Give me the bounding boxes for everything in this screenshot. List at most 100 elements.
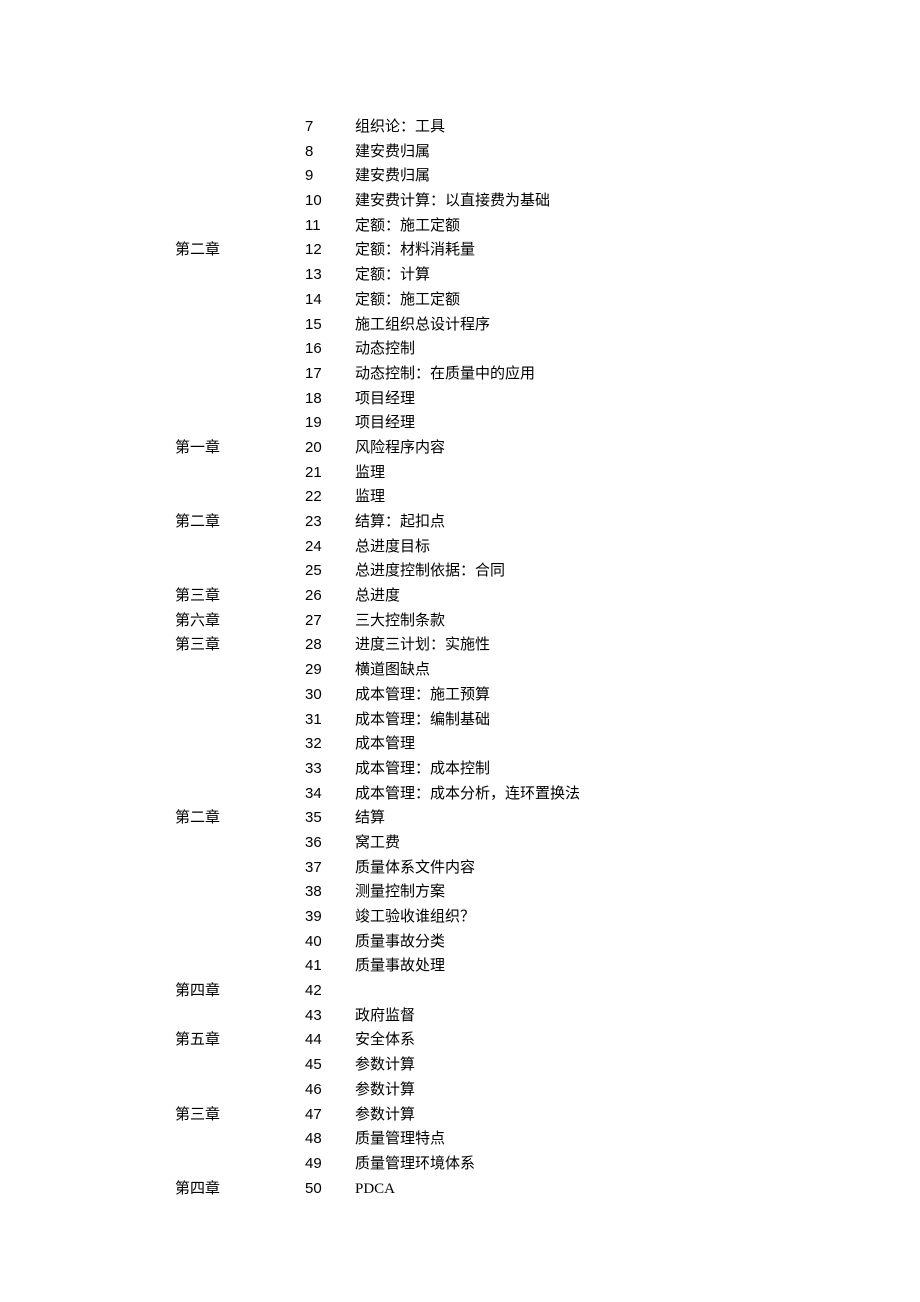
number-cell: 50	[305, 1177, 355, 1201]
number-cell: 30	[305, 683, 355, 707]
number-cell: 15	[305, 313, 355, 337]
chapter-cell: 第五章	[175, 1028, 305, 1052]
table-row: 31成本管理：编制基础	[175, 708, 920, 733]
topic-cell: 建安费归属	[355, 164, 430, 188]
topic-cell: 参数计算	[355, 1078, 415, 1102]
topic-cell: 定额：材料消耗量	[355, 238, 475, 262]
table-row: 18项目经理	[175, 387, 920, 412]
table-row: 第一章20风险程序内容	[175, 436, 920, 461]
table-row: 34成本管理：成本分析，连环置换法	[175, 782, 920, 807]
number-cell: 22	[305, 485, 355, 509]
table-row: 第三章28进度三计划：实施性	[175, 633, 920, 658]
table-row: 第二章12定额：材料消耗量	[175, 238, 920, 263]
table-row: 40质量事故分类	[175, 930, 920, 955]
table-row: 9建安费归属	[175, 164, 920, 189]
number-cell: 23	[305, 510, 355, 534]
topic-cell: 定额：施工定额	[355, 288, 460, 312]
table-row: 21监理	[175, 461, 920, 486]
number-cell: 8	[305, 140, 355, 164]
topic-cell: 横道图缺点	[355, 658, 430, 682]
number-cell: 48	[305, 1127, 355, 1151]
number-cell: 40	[305, 930, 355, 954]
document-table: 7组织论：工具8建安费归属9建安费归属10建安费计算：以直接费为基础11定额：施…	[175, 115, 920, 1201]
topic-cell: 成本管理：成本分析，连环置换法	[355, 782, 580, 806]
topic-cell: 质量事故处理	[355, 954, 445, 978]
topic-cell: 进度三计划：实施性	[355, 633, 490, 657]
topic-cell: 施工组织总设计程序	[355, 313, 490, 337]
number-cell: 35	[305, 806, 355, 830]
chapter-cell: 第三章	[175, 1103, 305, 1127]
table-row: 7组织论：工具	[175, 115, 920, 140]
number-cell: 36	[305, 831, 355, 855]
number-cell: 24	[305, 535, 355, 559]
topic-cell: 质量事故分类	[355, 930, 445, 954]
number-cell: 34	[305, 782, 355, 806]
chapter-cell: 第三章	[175, 584, 305, 608]
number-cell: 46	[305, 1078, 355, 1102]
number-cell: 17	[305, 362, 355, 386]
table-row: 29横道图缺点	[175, 658, 920, 683]
topic-cell: 成本管理：编制基础	[355, 708, 490, 732]
number-cell: 43	[305, 1004, 355, 1028]
number-cell: 42	[305, 979, 355, 1003]
topic-cell: 三大控制条款	[355, 609, 445, 633]
table-row: 16动态控制	[175, 337, 920, 362]
topic-cell: 结算：起扣点	[355, 510, 445, 534]
topic-cell: 质量管理特点	[355, 1127, 445, 1151]
topic-cell: 定额：计算	[355, 263, 430, 287]
topic-cell: 成本管理	[355, 732, 415, 756]
number-cell: 29	[305, 658, 355, 682]
table-row: 49质量管理环境体系	[175, 1152, 920, 1177]
table-row: 10建安费计算：以直接费为基础	[175, 189, 920, 214]
table-row: 第四章42	[175, 979, 920, 1004]
number-cell: 26	[305, 584, 355, 608]
table-row: 22监理	[175, 485, 920, 510]
table-row: 39竣工验收谁组织？	[175, 905, 920, 930]
topic-cell: 项目经理	[355, 387, 415, 411]
table-row: 33成本管理：成本控制	[175, 757, 920, 782]
number-cell: 28	[305, 633, 355, 657]
topic-cell: PDCA	[355, 1177, 395, 1201]
topic-cell: 动态控制：在质量中的应用	[355, 362, 535, 386]
topic-cell: 建安费归属	[355, 140, 430, 164]
topic-cell: 参数计算	[355, 1103, 415, 1127]
topic-cell: 结算	[355, 806, 385, 830]
number-cell: 39	[305, 905, 355, 929]
number-cell: 16	[305, 337, 355, 361]
number-cell: 47	[305, 1103, 355, 1127]
topic-cell: 建安费计算：以直接费为基础	[355, 189, 550, 213]
table-row: 25总进度控制依据：合同	[175, 559, 920, 584]
topic-cell: 动态控制	[355, 337, 415, 361]
table-row: 45参数计算	[175, 1053, 920, 1078]
table-row: 第三章47参数计算	[175, 1103, 920, 1128]
chapter-cell: 第一章	[175, 436, 305, 460]
topic-cell: 总进度控制依据：合同	[355, 559, 505, 583]
table-row: 15施工组织总设计程序	[175, 313, 920, 338]
table-row: 第六章27三大控制条款	[175, 609, 920, 634]
topic-cell: 竣工验收谁组织？	[355, 905, 475, 929]
number-cell: 27	[305, 609, 355, 633]
number-cell: 11	[305, 214, 355, 238]
number-cell: 49	[305, 1152, 355, 1176]
chapter-cell: 第二章	[175, 806, 305, 830]
number-cell: 44	[305, 1028, 355, 1052]
number-cell: 7	[305, 115, 355, 139]
table-row: 48质量管理特点	[175, 1127, 920, 1152]
table-row: 第二章23结算：起扣点	[175, 510, 920, 535]
topic-cell: 定额：施工定额	[355, 214, 460, 238]
topic-cell: 监理	[355, 461, 385, 485]
number-cell: 9	[305, 164, 355, 188]
table-row: 38测量控制方案	[175, 880, 920, 905]
table-row: 36窝工费	[175, 831, 920, 856]
chapter-cell: 第四章	[175, 979, 305, 1003]
number-cell: 14	[305, 288, 355, 312]
table-row: 第三章26总进度	[175, 584, 920, 609]
table-row: 第四章50PDCA	[175, 1177, 920, 1202]
table-row: 第二章35结算	[175, 806, 920, 831]
table-row: 第五章44安全体系	[175, 1028, 920, 1053]
number-cell: 41	[305, 954, 355, 978]
chapter-cell: 第二章	[175, 238, 305, 262]
table-row: 46参数计算	[175, 1078, 920, 1103]
table-row: 8建安费归属	[175, 140, 920, 165]
topic-cell: 成本管理：成本控制	[355, 757, 490, 781]
